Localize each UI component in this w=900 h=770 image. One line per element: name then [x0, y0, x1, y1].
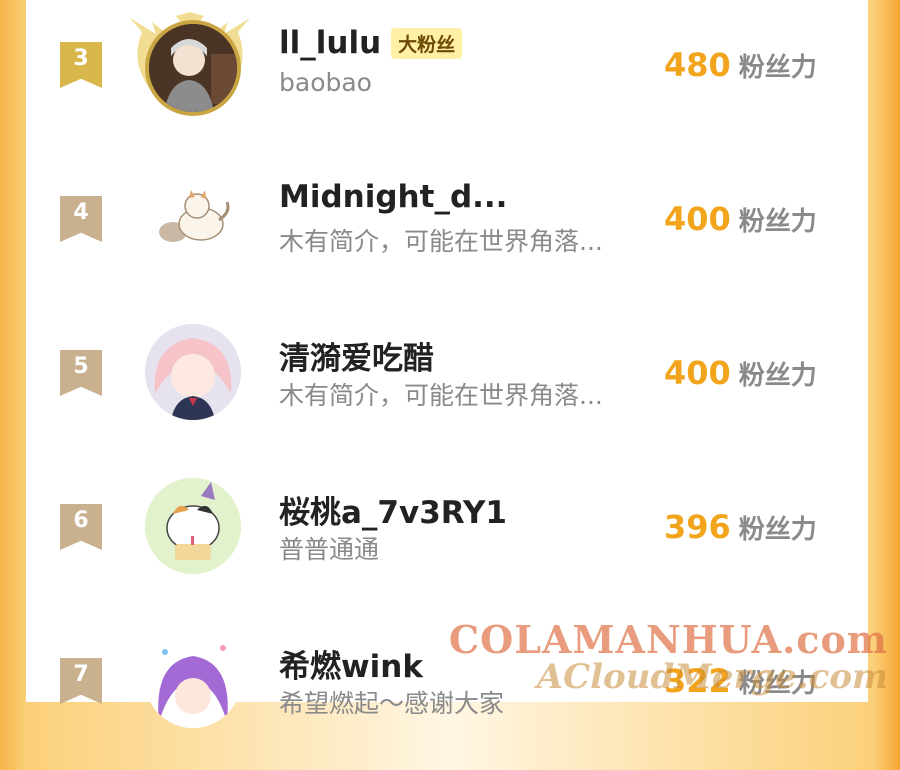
user-name[interactable]: 希燃wink	[279, 641, 423, 686]
avatar[interactable]	[145, 324, 241, 420]
score-unit: 粉丝力	[738, 361, 817, 391]
user-bio: 木有简介，可能在世界角落...	[279, 227, 603, 256]
score-unit: 粉丝力	[738, 207, 817, 237]
fan-power-score: 396 粉丝力	[664, 508, 817, 546]
list-item[interactable]: 6 桜桃a_7v3RY1 普普通通 396 粉丝力	[26, 462, 868, 616]
cat-avatar-image	[145, 168, 241, 264]
fan-level-badge: 大粉丝	[391, 27, 463, 59]
rank-badge: 6	[60, 504, 102, 550]
list-item[interactable]: 3 ll_lulu 大粉丝 baobao 480 粉丝力	[26, 0, 868, 154]
score-value: 396	[664, 508, 731, 546]
rank-badge: 7	[60, 658, 102, 704]
rank-badge: 5	[60, 350, 102, 396]
list-item[interactable]: 7 希燃wink 希望燃起～感谢大家 322 粉丝力	[26, 616, 868, 770]
user-bio: 普普通通	[279, 535, 380, 564]
user-name[interactable]: 清漪爱吃醋	[279, 333, 434, 378]
user-name[interactable]: ll_lulu	[279, 25, 381, 61]
avatar[interactable]	[145, 168, 241, 264]
user-bio: baobao	[279, 68, 372, 97]
user-name[interactable]: 桜桃a_7v3RY1	[279, 487, 507, 532]
score-value: 322	[664, 662, 731, 700]
fan-power-score: 322 粉丝力	[664, 662, 817, 700]
rank-badge: 3	[60, 42, 102, 88]
score-unit: 粉丝力	[738, 53, 817, 83]
score-unit: 粉丝力	[738, 669, 817, 699]
rank-badge: 4	[60, 196, 102, 242]
purple-hair-avatar-image	[145, 632, 241, 728]
avatar[interactable]	[145, 478, 241, 574]
fan-power-score: 480 粉丝力	[664, 46, 817, 84]
score-value: 400	[664, 354, 731, 392]
list-item[interactable]: 4 Midnight_d... 木有简介，可能在世界角落... 400 粉丝力	[26, 154, 868, 308]
fan-ranking-list: 3 ll_lulu 大粉丝 baobao 480 粉丝力 4 Midnight_…	[26, 0, 868, 728]
score-unit: 粉丝力	[738, 515, 817, 545]
user-bio: 木有简介，可能在世界角落...	[279, 381, 603, 410]
list-item[interactable]: 5 清漪爱吃醋 木有简介，可能在世界角落... 400 粉丝力	[26, 308, 868, 462]
score-value: 400	[664, 200, 731, 238]
avatar[interactable]	[145, 632, 241, 728]
user-bio: 希望燃起～感谢大家	[279, 689, 505, 718]
anime-girl-avatar-image	[145, 324, 241, 420]
fan-power-score: 400 粉丝力	[664, 200, 817, 238]
birthday-cat-avatar-image	[145, 478, 241, 574]
fan-power-score: 400 粉丝力	[664, 354, 817, 392]
user-name[interactable]: Midnight_d...	[279, 179, 507, 215]
score-value: 480	[664, 46, 731, 84]
avatar[interactable]	[145, 20, 241, 116]
